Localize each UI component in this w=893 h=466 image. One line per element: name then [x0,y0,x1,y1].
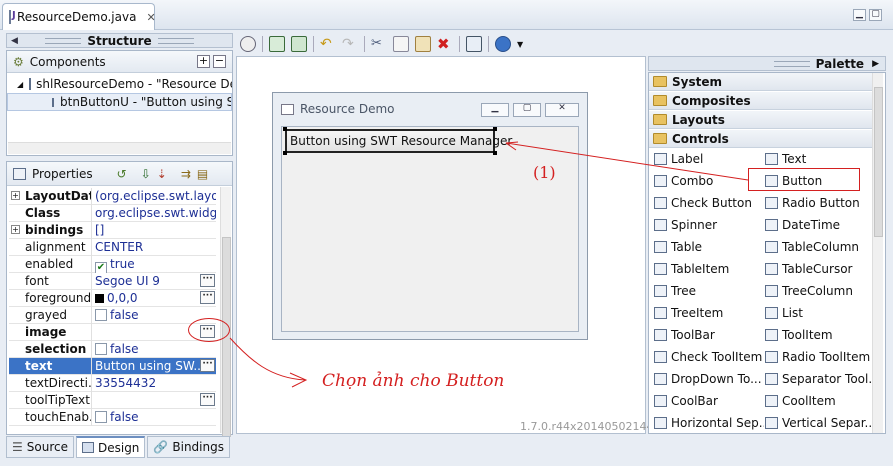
annotation-marker: (1) [533,163,556,182]
arrow-line [229,337,306,381]
arrow-head [505,141,519,151]
annotation-caption: Chọn ảnh cho Button [322,371,505,391]
annotation-arrows [229,141,749,388]
